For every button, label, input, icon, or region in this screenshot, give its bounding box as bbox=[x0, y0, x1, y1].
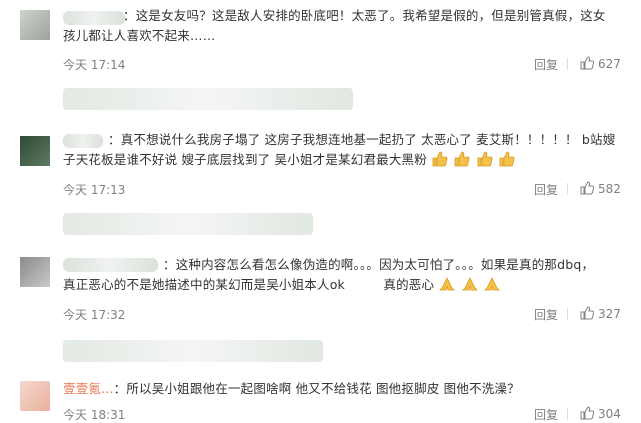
comment-item: ：真不想说什么我房子塌了 这房子我想连地基一起扔了 太恶心了 麦艾斯！！！！！ … bbox=[0, 120, 641, 210]
user-avatar[interactable] bbox=[20, 257, 50, 287]
comment-text: ：真不想说什么我房子塌了 这房子我想连地基一起扔了 太恶心了 麦艾斯！！！！！ … bbox=[63, 130, 623, 170]
comment-text-segment: ：所以吴小姐跟他在一起图啥啊 他又不给钱花 图他抠脚皮 图他不洗澡？ bbox=[113, 381, 520, 396]
like-button[interactable]: 627 bbox=[580, 56, 621, 73]
comment-item: ：这种内容怎么看怎么像伪造的啊。。。因为太可怕了。。。如果是真的那dbq， 真正… bbox=[0, 250, 641, 330]
divider bbox=[567, 58, 568, 70]
comment-text-segment: 真正恶心的不是她描述中的某幻而是吴小姐本人ok bbox=[63, 277, 345, 292]
comment-time: 今天 18:31 bbox=[63, 408, 126, 422]
comment-text: ：这是女友吗？这是敌人安排的卧底吧！太恶了。我希望是假的，但是别管真假，这女 孩… bbox=[63, 6, 623, 46]
user-avatar[interactable] bbox=[20, 10, 50, 40]
comment-text-line: 孩儿都让人喜欢不起来…… bbox=[63, 28, 216, 43]
redacted-reply-preview bbox=[63, 88, 353, 110]
like-count: 627 bbox=[598, 57, 621, 71]
thumbs-up-icon bbox=[580, 406, 595, 423]
praying-hands-emoji bbox=[461, 277, 483, 292]
comment-text: ：这种内容怎么看怎么像伪造的啊。。。因为太可怕了。。。如果是真的那dbq， 真正… bbox=[63, 255, 623, 295]
praying-hands-emoji bbox=[438, 277, 460, 292]
user-avatar[interactable] bbox=[20, 136, 50, 166]
redacted-reply-preview bbox=[63, 213, 313, 235]
thumbs-up-emoji bbox=[453, 151, 475, 167]
divider bbox=[567, 308, 568, 320]
like-count: 582 bbox=[598, 182, 621, 196]
comment-text-line: ：这是女友吗？这是敌人安排的卧底吧！太恶了。我希望是假的，但是别管真假，这女 bbox=[123, 8, 606, 23]
like-button[interactable]: 582 bbox=[580, 181, 621, 198]
comment-item: 壹壹氪...：所以吴小姐跟他在一起图啥啊 他又不给钱花 图他抠脚皮 图他不洗澡？… bbox=[0, 375, 641, 423]
thumbs-up-icon bbox=[580, 181, 595, 198]
like-count: 304 bbox=[598, 407, 621, 421]
comment-text-line: ：这种内容怎么看怎么像伪造的啊。。。因为太可怕了。。。如果是真的那dbq， bbox=[163, 257, 595, 272]
comment-text: 壹壹氪...：所以吴小姐跟他在一起图啥啊 他又不给钱花 图他抠脚皮 图他不洗澡？ bbox=[63, 379, 623, 399]
comment-time: 今天 17:32 bbox=[63, 308, 126, 322]
thumbs-up-emoji bbox=[498, 151, 516, 167]
divider bbox=[567, 183, 568, 195]
comment-time: 今天 17:14 bbox=[63, 58, 126, 72]
thumbs-up-icon bbox=[580, 56, 595, 73]
comment-item: ：这是女友吗？这是敌人安排的卧底吧！太恶了。我希望是假的，但是别管真假，这女 孩… bbox=[0, 0, 641, 80]
thumbs-up-icon bbox=[580, 306, 595, 323]
divider bbox=[567, 408, 568, 420]
reply-button[interactable]: 回复 bbox=[534, 181, 558, 198]
reply-button[interactable]: 回复 bbox=[534, 306, 558, 323]
redacted-reply-preview bbox=[63, 340, 323, 362]
thumbs-up-emoji bbox=[431, 151, 453, 167]
comment-text-line: 真正恶心的不是她描述中的某幻而是吴小姐本人ok 真的恶心 bbox=[63, 275, 623, 295]
comment-text-segment: 子天花板是谁不好说 嫂子底层找到了 吴小姐才是某幻君最大黑粉 bbox=[63, 152, 427, 167]
praying-hands-emoji bbox=[483, 277, 501, 292]
comment-text-segment: 真的恶心 bbox=[383, 277, 435, 292]
like-button[interactable]: 304 bbox=[580, 406, 621, 423]
comment-time: 今天 17:13 bbox=[63, 183, 126, 197]
username-link[interactable]: 壹壹氪... bbox=[63, 381, 114, 396]
comment-text-line: 子天花板是谁不好说 嫂子底层找到了 吴小姐才是某幻君最大黑粉 bbox=[63, 150, 623, 170]
thumbs-up-emoji bbox=[476, 151, 498, 167]
like-button[interactable]: 327 bbox=[580, 306, 621, 323]
like-count: 327 bbox=[598, 307, 621, 321]
user-avatar[interactable] bbox=[20, 381, 50, 411]
reply-button[interactable]: 回复 bbox=[534, 56, 558, 73]
comment-text-line: ：真不想说什么我房子塌了 这房子我想连地基一起扔了 太恶心了 麦艾斯！！！！！ … bbox=[108, 132, 616, 147]
reply-button[interactable]: 回复 bbox=[534, 406, 558, 423]
